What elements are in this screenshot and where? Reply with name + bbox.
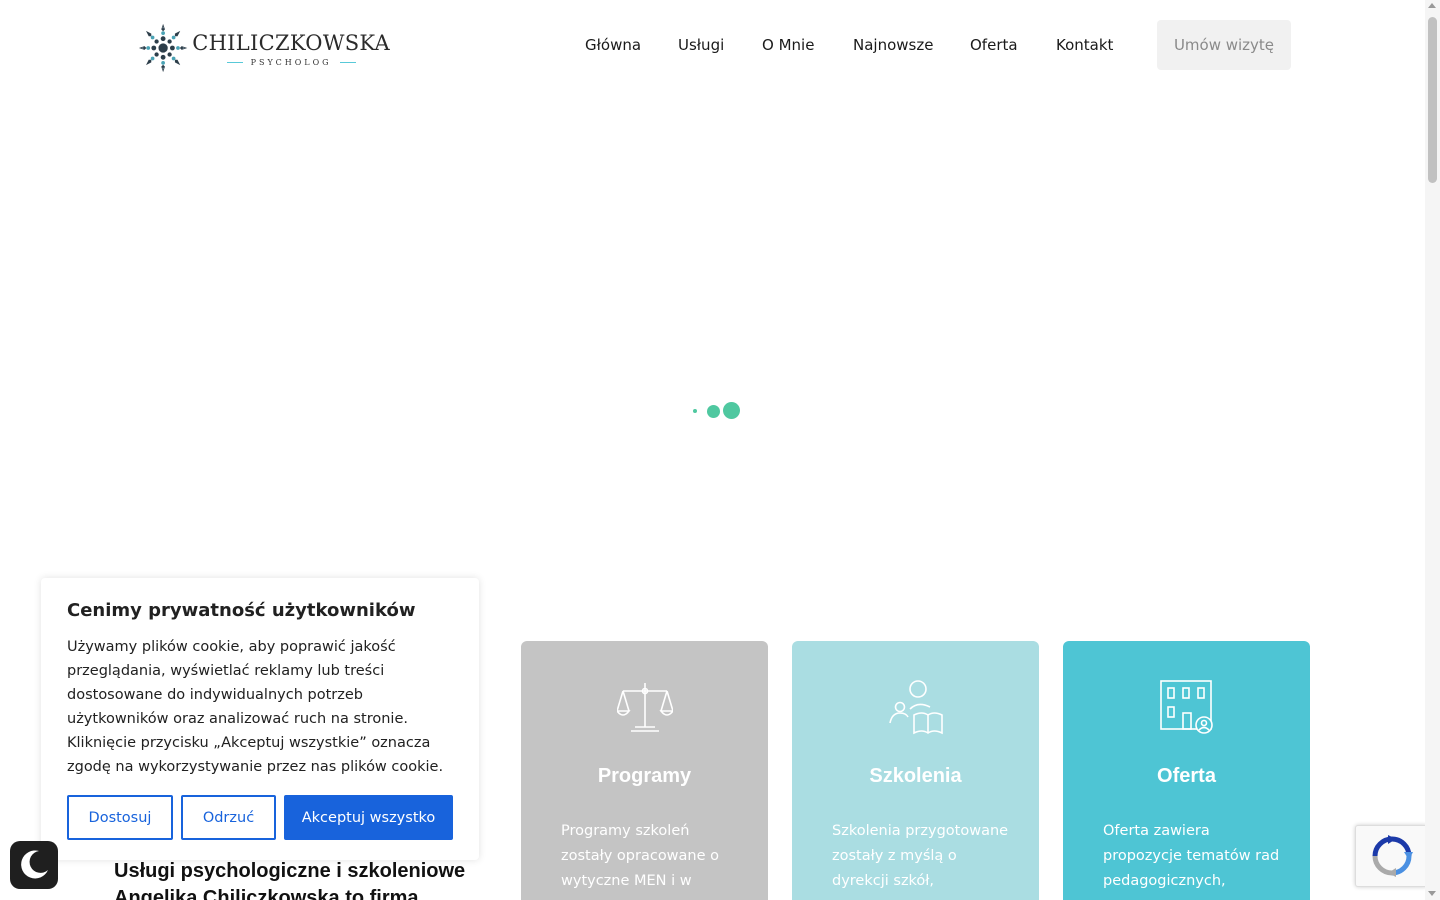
card-text: Oferta zawiera propozycje tematów rad pe…	[1103, 823, 1280, 889]
book-visit-button[interactable]: Umów wizytę	[1157, 20, 1291, 70]
scales-icon	[617, 683, 673, 732]
nav-item-kontakt[interactable]: Kontakt	[1056, 34, 1113, 56]
logo-subtitle: PSYCHOLOG	[250, 57, 332, 67]
scroll-down-arrow-icon[interactable]	[1428, 891, 1436, 896]
nav-item-glowna[interactable]: Główna	[585, 34, 641, 56]
loader-dot	[693, 409, 697, 413]
site-logo[interactable]: CHILICZKOWSKA PSYCHOLOG	[138, 20, 390, 76]
nav-item-o-mnie[interactable]: O Mnie	[762, 34, 814, 56]
card-szkolenia[interactable]: Szkolenia Szkolenia przygotowane zostały…	[792, 641, 1039, 900]
recaptcha-icon	[1372, 835, 1413, 877]
scrollbar-thumb[interactable]	[1428, 17, 1437, 183]
card-text: Szkolenia przygotowane zostały z myślą o…	[832, 823, 1009, 889]
cookie-customize-button[interactable]: Dostosuj	[67, 795, 173, 840]
logo-name: CHILICZKOWSKA	[192, 30, 390, 55]
mandala-logo-icon	[138, 23, 188, 73]
logo-divider	[339, 61, 356, 63]
nav-item-oferta[interactable]: Oferta	[970, 34, 1018, 56]
scroll-up-arrow-icon[interactable]	[1428, 3, 1436, 8]
page-scrollbar[interactable]	[1425, 0, 1440, 900]
logo-divider	[226, 61, 243, 63]
dark-mode-toggle[interactable]	[10, 841, 58, 889]
card-title: Szkolenia	[869, 765, 962, 787]
card-title: Programy	[597, 765, 692, 787]
teacher-book-icon	[889, 680, 943, 735]
cookie-description: Używamy plików cookie, aby poprawić jako…	[67, 639, 444, 775]
nav-item-najnowsze[interactable]: Najnowsze	[853, 34, 933, 56]
cookie-banner: Cenimy prywatność użytkowników Używamy p…	[41, 578, 479, 860]
loader-dot	[723, 402, 740, 419]
card-oferta[interactable]: Oferta Oferta zawiera propozycje tematów…	[1063, 641, 1310, 900]
cookie-accept-button[interactable]: Akceptuj wszystko	[284, 795, 453, 840]
card-programy[interactable]: Programy Programy szkoleń zostały opraco…	[521, 641, 768, 900]
card-title: Oferta	[1157, 765, 1216, 787]
loading-dots	[691, 402, 741, 420]
about-heading: Usługi psychologiczne i szkoleniowe Ange…	[114, 860, 466, 900]
recaptcha-badge[interactable]	[1355, 825, 1427, 887]
cookie-title: Cenimy prywatność użytkowników	[67, 600, 416, 621]
school-building-icon	[1160, 680, 1213, 734]
moon-icon	[21, 850, 48, 879]
nav-item-uslugi[interactable]: Usługi	[678, 34, 724, 56]
cookie-reject-button[interactable]: Odrzuć	[181, 795, 276, 840]
card-text: Programy szkoleń zostały opracowane o wy…	[561, 823, 720, 889]
loader-dot	[707, 405, 720, 418]
